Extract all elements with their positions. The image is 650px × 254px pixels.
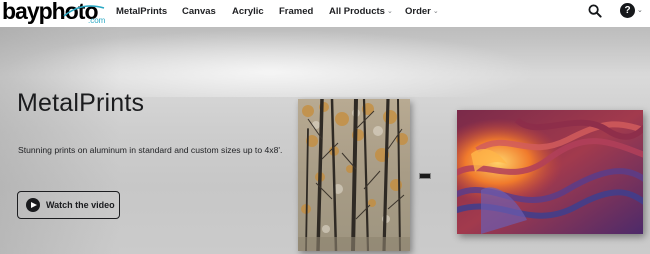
chevron-down-icon: ⌄ bbox=[386, 8, 393, 15]
nav-item-metalprints[interactable]: MetalPrints bbox=[116, 6, 167, 17]
help-menu-button[interactable]: ? ⌄ bbox=[620, 3, 644, 19]
nav-item-all-products[interactable]: All Products ⌄ bbox=[329, 6, 393, 17]
watch-video-label: Watch the video bbox=[46, 200, 115, 210]
search-button[interactable] bbox=[588, 4, 602, 18]
hero-subtitle: Stunning prints on aluminum in standard … bbox=[18, 145, 283, 155]
hero-title: MetalPrints bbox=[17, 89, 145, 117]
nav-item-order[interactable]: Order ⌄ bbox=[405, 6, 439, 17]
search-icon bbox=[588, 4, 602, 18]
chevron-down-icon: ⌄ bbox=[432, 8, 439, 15]
nav-item-framed[interactable]: Framed bbox=[279, 6, 313, 17]
play-icon bbox=[26, 198, 40, 212]
birch-tree-print-image bbox=[298, 99, 410, 251]
canyon-photo bbox=[457, 110, 643, 234]
wall-outlet bbox=[419, 173, 431, 179]
chevron-down-icon: ⌄ bbox=[637, 7, 643, 14]
help-icon: ? bbox=[620, 3, 635, 18]
watch-video-button[interactable]: Watch the video bbox=[17, 191, 120, 219]
bayphoto-logo[interactable]: bayphoto .com bbox=[2, 0, 106, 26]
nav-item-acrylic[interactable]: Acrylic bbox=[232, 6, 264, 17]
site-header: bayphoto .com MetalPrints Canvas Acrylic… bbox=[0, 0, 650, 27]
nav-item-canvas[interactable]: Canvas bbox=[182, 6, 216, 17]
canyon-print-image bbox=[457, 110, 643, 234]
wall-left-shade bbox=[0, 27, 120, 254]
logo-suffix: .com bbox=[88, 16, 106, 25]
tree-photo bbox=[298, 99, 410, 251]
